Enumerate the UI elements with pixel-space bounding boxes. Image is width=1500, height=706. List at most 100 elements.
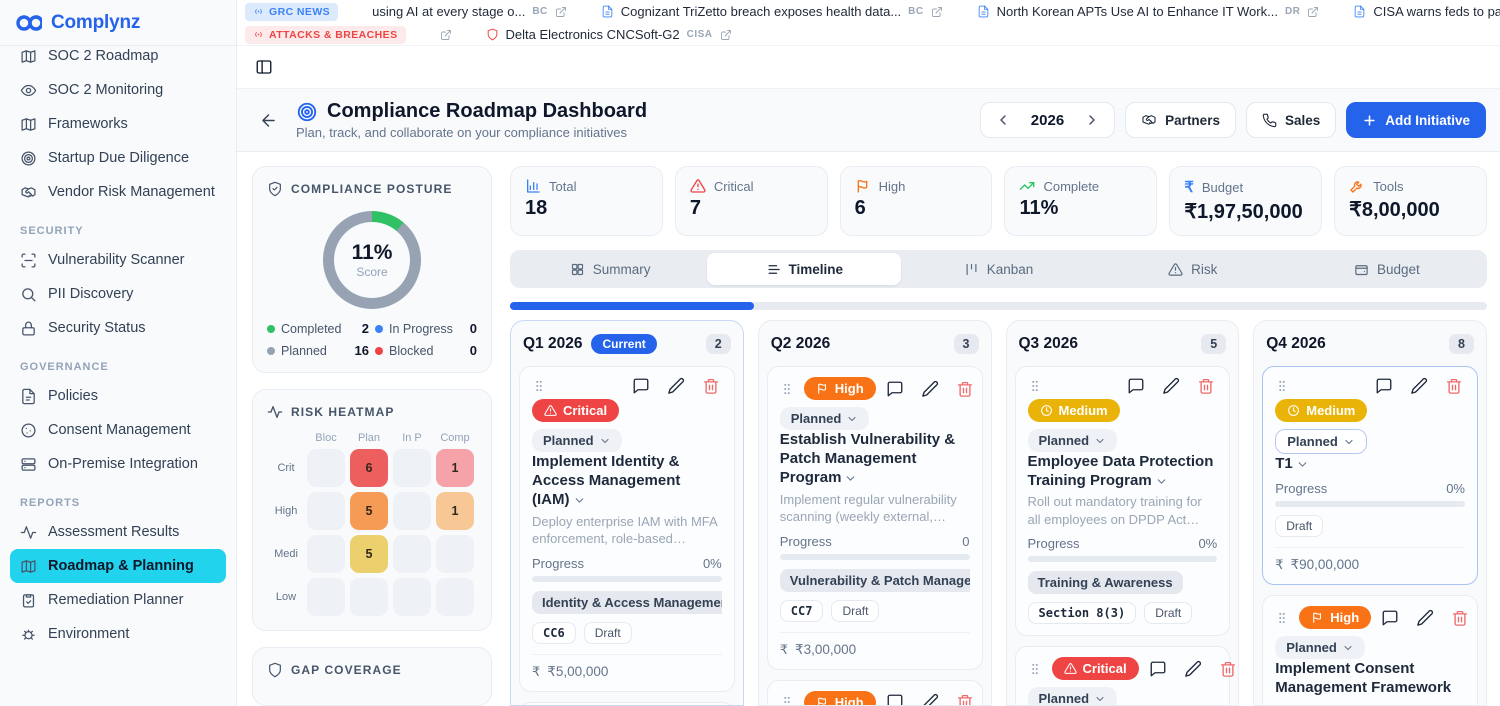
status-dropdown[interactable]: Planned — [780, 407, 870, 430]
sidebar-item-soc-2-monitoring[interactable]: SOC 2 Monitoring — [10, 73, 226, 107]
status-dropdown[interactable]: Planned — [1028, 429, 1118, 452]
legend-dot — [267, 347, 275, 355]
ticker-item[interactable]: Delta Electronics CNCSoft-G2CISA — [486, 27, 732, 42]
heatmap-cell — [436, 535, 474, 573]
comment-icon[interactable] — [1149, 660, 1167, 678]
delete-icon[interactable] — [702, 377, 720, 395]
initiative-title[interactable]: Implement Consent Management Framework — [1275, 660, 1451, 705]
status-label: Planned — [1286, 640, 1337, 655]
delete-icon[interactable] — [1219, 660, 1237, 678]
tab-risk[interactable]: Risk — [1096, 253, 1290, 285]
delete-icon[interactable] — [956, 380, 974, 398]
delete-icon[interactable] — [1451, 609, 1469, 627]
heatmap-cell — [393, 449, 431, 487]
sidebar-item-vendor-risk-management[interactable]: Vendor Risk Management — [10, 175, 226, 209]
category-tag: Vulnerability & Patch Management — [780, 569, 970, 592]
initiative-card[interactable]: HighPlanned — [767, 680, 983, 705]
comment-icon[interactable] — [886, 380, 904, 398]
sidebar-item-policies[interactable]: Policies — [10, 379, 226, 413]
edit-icon[interactable] — [921, 693, 939, 705]
sidebar-item-security-status[interactable]: Security Status — [10, 311, 226, 345]
ticker-item[interactable]: Cognizant TriZetto breach exposes health… — [601, 4, 943, 19]
external-link-icon[interactable] — [440, 29, 452, 41]
partners-button[interactable]: Partners — [1125, 102, 1236, 138]
tab-budget[interactable]: Budget — [1290, 253, 1484, 285]
tab-timeline[interactable]: Timeline — [707, 253, 901, 285]
external-link-icon — [720, 29, 732, 41]
initiative-title[interactable]: Establish Vulnerability & Patch Manageme… — [780, 431, 955, 486]
status-dropdown[interactable]: Planned — [1275, 429, 1367, 454]
edit-icon[interactable] — [667, 377, 685, 395]
sidebar-toggle-icon[interactable] — [255, 58, 273, 76]
edit-icon[interactable] — [921, 380, 939, 398]
initiative-card[interactable]: CriticalPlannedImplement Identity & Acce… — [519, 366, 735, 692]
sidebar-item-pii-discovery[interactable]: PII Discovery — [10, 277, 226, 311]
comment-icon[interactable] — [886, 693, 904, 705]
sidebar-item-remediation-planner[interactable]: Remediation Planner — [10, 583, 226, 617]
drag-handle-icon[interactable] — [1028, 662, 1042, 676]
comment-icon[interactable] — [1381, 609, 1399, 627]
stat-value: 7 — [690, 197, 813, 220]
sales-button[interactable]: Sales — [1246, 102, 1336, 138]
drag-handle-icon[interactable] — [1275, 611, 1289, 625]
tab-summary[interactable]: Summary — [513, 253, 707, 285]
tab-kanban[interactable]: Kanban — [901, 253, 1095, 285]
drag-handle-icon[interactable] — [1275, 379, 1289, 393]
delete-icon[interactable] — [1445, 377, 1463, 395]
edit-icon[interactable] — [1162, 377, 1180, 395]
initiative-card[interactable]: MediumPlannedEmployee Data Protection Tr… — [1015, 366, 1231, 636]
back-button[interactable] — [255, 107, 282, 134]
delete-icon[interactable] — [956, 693, 974, 705]
sidebar-item-consent-management[interactable]: Consent Management — [10, 413, 226, 447]
comment-icon[interactable] — [1375, 377, 1393, 395]
edit-icon[interactable] — [1184, 660, 1202, 678]
status-dropdown[interactable]: Planned — [532, 429, 622, 452]
sidebar-item-assessment-results[interactable]: Assessment Results — [10, 515, 226, 549]
sidebar-item-on-premise-integration[interactable]: On-Premise Integration — [10, 447, 226, 481]
edit-icon[interactable] — [1410, 377, 1428, 395]
delete-icon[interactable] — [1197, 377, 1215, 395]
sidebar-item-soc-2-roadmap[interactable]: SOC 2 Roadmap — [10, 46, 226, 73]
sidebar-item-environment[interactable]: Environment — [10, 617, 226, 651]
ticker-item[interactable]: CISA warns feds to patch iOS flaws explo… — [1353, 4, 1500, 19]
initiative-title[interactable]: Employee Data Protection Training Progra… — [1028, 453, 1214, 489]
posture-legend: Completed2In Progress0Planned16Blocked0 — [267, 321, 477, 358]
alert-icon — [544, 404, 557, 417]
edit-icon[interactable] — [1416, 609, 1434, 627]
add-initiative-button[interactable]: Add Initiative — [1346, 102, 1486, 138]
sidebar-item-vulnerability-scanner[interactable]: Vulnerability Scanner — [10, 243, 226, 277]
quarter-count-badge: 3 — [954, 334, 979, 354]
heatmap-cell: 5 — [350, 492, 388, 530]
ticker-item-text: North Korean APTs Use AI to Enhance IT W… — [997, 4, 1278, 19]
drag-handle-icon[interactable] — [780, 382, 794, 396]
horizontal-scrollbar[interactable] — [510, 302, 1487, 310]
initiative-title[interactable]: T1 — [1275, 455, 1309, 472]
posture-legend-item: Completed2 — [267, 321, 369, 336]
comment-icon[interactable] — [1127, 377, 1145, 395]
initiative-card[interactable]: HighPlannedImplement Consent Management … — [1262, 595, 1478, 705]
chevron-down-icon — [1094, 693, 1106, 705]
drag-handle-icon[interactable] — [780, 695, 794, 705]
sidebar-item-startup-due-diligence[interactable]: Startup Due Diligence — [10, 141, 226, 175]
ticker-item[interactable]: North Korean APTs Use AI to Enhance IT W… — [977, 4, 1320, 19]
year-prev-button[interactable] — [985, 106, 1021, 134]
year-next-button[interactable] — [1074, 106, 1110, 134]
sidebar-section-label: SECURITY — [20, 225, 216, 237]
drag-handle-icon[interactable] — [532, 379, 546, 393]
initiative-card[interactable]: CriticalPlannedDevelop SOC 2 Policy — [1015, 646, 1231, 705]
drag-handle-icon[interactable] — [1028, 379, 1042, 393]
scrollbar-thumb[interactable] — [510, 302, 754, 310]
initiative-card[interactable]: Critical — [519, 702, 735, 705]
progress-label: Progress — [532, 556, 584, 571]
legend-dot — [375, 325, 383, 333]
ticker-item[interactable]: using AI at every stage o...BC — [372, 4, 567, 19]
initiative-title[interactable]: Implement Identity & Access Management (… — [532, 453, 680, 508]
sidebar-item-frameworks[interactable]: Frameworks — [10, 107, 226, 141]
status-dropdown[interactable]: Planned — [1275, 636, 1365, 659]
sidebar-item-roadmap-planning[interactable]: Roadmap & Planning — [10, 549, 226, 583]
initiative-card[interactable]: HighPlannedEstablish Vulnerability & Pat… — [767, 366, 983, 670]
status-dropdown[interactable]: Planned — [1028, 687, 1118, 705]
initiative-card[interactable]: MediumPlannedT1Progress0%Draft₹₹90,00,00… — [1262, 366, 1478, 585]
stat-card-budget: ₹Budget₹1,97,50,000 — [1169, 166, 1322, 236]
comment-icon[interactable] — [632, 377, 650, 395]
